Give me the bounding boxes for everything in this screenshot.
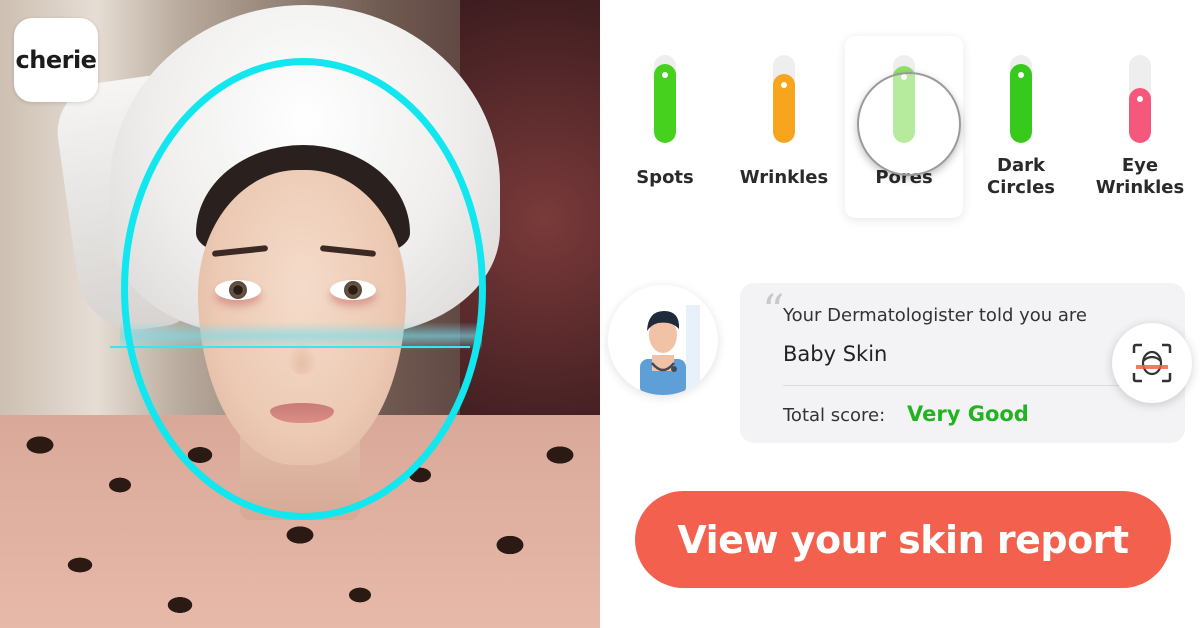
- score-label: Total score:: [783, 405, 886, 426]
- face-scan-icon: [1132, 343, 1172, 383]
- quote-mark-icon: “: [762, 286, 785, 337]
- metric-wrinkles[interactable]: Wrinkles: [725, 55, 843, 217]
- doctor-avatar: [608, 285, 718, 395]
- card-divider: [783, 385, 1123, 386]
- magnifier-lens-icon: [857, 72, 961, 176]
- metric-pores[interactable]: Pores: [845, 36, 963, 218]
- metric-bar-dot: [781, 82, 787, 88]
- cta-label: View your skin report: [677, 517, 1129, 562]
- view-skin-report-button[interactable]: View your skin report: [635, 491, 1171, 588]
- score-value: Very Good: [907, 402, 1029, 426]
- metric-label: Spots: [636, 167, 694, 188]
- metric-label: Wrinkles: [739, 167, 829, 188]
- metric-eye-wrinkles[interactable]: Eye Wrinkles: [1081, 55, 1199, 217]
- metric-bar-dot: [1137, 96, 1143, 102]
- face-detection-ring: [121, 58, 486, 520]
- face-scan-button[interactable]: [1112, 323, 1192, 403]
- metric-bar-track: [1010, 55, 1032, 143]
- metric-label: Dark Circles: [986, 155, 1056, 198]
- metric-bar-dot: [662, 72, 668, 78]
- cherie-logo: cherie: [14, 18, 98, 102]
- doctor-avatar-icon: [640, 305, 700, 395]
- metric-label: Eye Wrinkles: [1095, 155, 1185, 198]
- metric-dark-circles[interactable]: Dark Circles: [962, 55, 1080, 217]
- skin-type: Baby Skin: [783, 342, 888, 366]
- metric-spots[interactable]: Spots: [606, 55, 724, 217]
- metric-bar-dot: [1018, 72, 1024, 78]
- logo-text: cherie: [15, 46, 97, 74]
- metric-bar-track: [654, 55, 676, 143]
- dermatologist-intro: Your Dermatologister told you are: [783, 305, 1087, 326]
- metric-bar-track: [1129, 55, 1151, 143]
- metric-bar-track: [773, 55, 795, 143]
